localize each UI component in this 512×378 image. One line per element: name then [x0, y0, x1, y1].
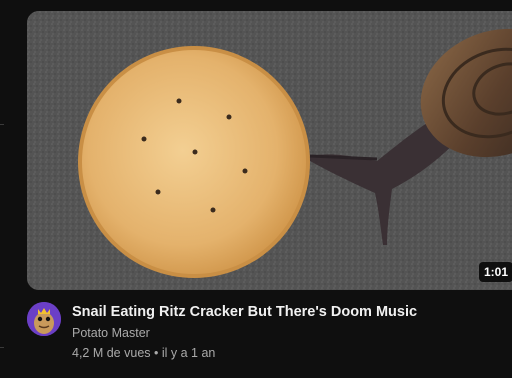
divider: [0, 347, 4, 348]
upload-age: il y a 1 an: [161, 346, 216, 360]
potato-mascot-icon: [27, 302, 61, 336]
channel-avatar[interactable]: [27, 302, 61, 336]
video-title[interactable]: Snail Eating Ritz Cracker But There's Do…: [72, 303, 502, 321]
channel-name[interactable]: Potato Master: [72, 325, 150, 341]
view-count: 4,2 M de vues: [72, 346, 151, 360]
video-duration: 1:01: [478, 262, 512, 282]
video-card[interactable]: 1:01 Snail Eating Ritz Cracker But There…: [0, 0, 512, 378]
thumbnail-image: [27, 11, 512, 290]
ritz-cracker: [82, 50, 306, 274]
meta-separator: •: [154, 346, 159, 360]
video-thumbnail[interactable]: 1:01: [27, 11, 512, 290]
video-metadata: 4,2 M de vues • il y a 1 an: [72, 345, 215, 361]
divider: [0, 124, 4, 125]
